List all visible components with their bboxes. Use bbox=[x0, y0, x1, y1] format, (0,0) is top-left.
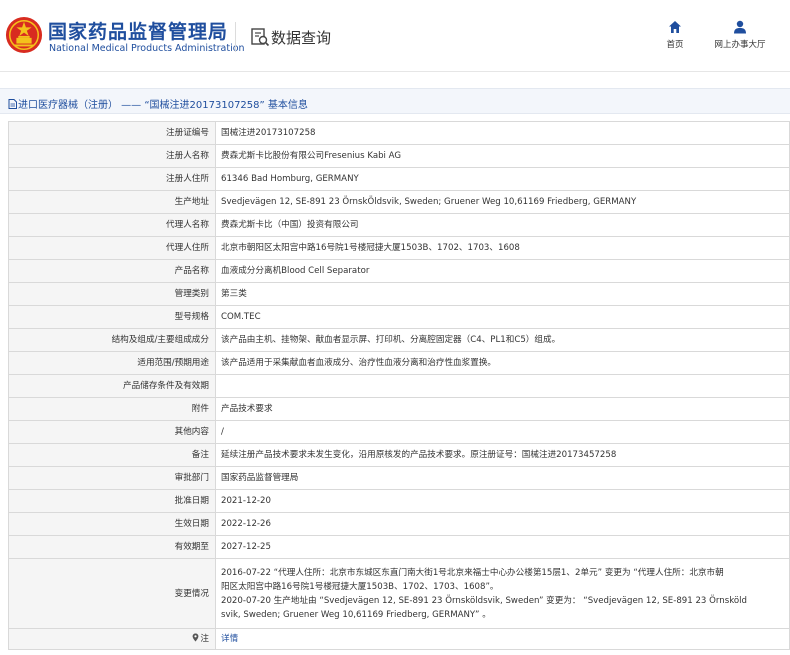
row-value: 该产品适用于采集献血者血液成分、治疗性血液分离和治疗性血浆置换。 bbox=[215, 351, 790, 375]
table-row: 产品储存条件及有效期 bbox=[8, 374, 790, 398]
row-value bbox=[215, 374, 790, 398]
row-label: 备注 bbox=[8, 443, 216, 467]
row-value: / bbox=[215, 420, 790, 444]
table-row: 备注 延续注册产品技术要求未发生变化，沿用原核发的产品技术要求。原注册证号：国械注… bbox=[8, 443, 790, 467]
nav-online-service-hall[interactable]: 网上办事大厅 bbox=[705, 20, 775, 50]
row-label: 产品名称 bbox=[8, 259, 216, 283]
row-value: 2021-12-20 bbox=[215, 489, 790, 513]
site-header: 国家药品监督管理局 National Medical Products Admi… bbox=[0, 0, 790, 72]
row-label: 生产地址 bbox=[8, 190, 216, 214]
row-value: 血液成分分离机Blood Cell Separator bbox=[215, 259, 790, 283]
row-value: 北京市朝阳区太阳宫中路16号院1号楼冠捷大厦1503B、1702、1703、16… bbox=[215, 236, 790, 260]
row-value: 2022-12-26 bbox=[215, 512, 790, 536]
row-value: 国械注进20173107258 bbox=[215, 121, 790, 145]
row-label: 管理类别 bbox=[8, 282, 216, 306]
table-row: 其他内容 / bbox=[8, 420, 790, 444]
row-value: 费森尤斯卡比（中国）投资有限公司 bbox=[215, 213, 790, 237]
row-value: 产品技术要求 bbox=[215, 397, 790, 421]
table-row: 附件 产品技术要求 bbox=[8, 397, 790, 421]
home-icon bbox=[669, 21, 681, 33]
row-label: 批准日期 bbox=[8, 489, 216, 513]
details-link[interactable]: 详情 bbox=[221, 634, 238, 644]
data-query-title: 数据查询 bbox=[271, 29, 332, 47]
table-row: 批准日期 2021-12-20 bbox=[8, 489, 790, 513]
breadcrumb-bar: 进口医疗器械（注册） —— “国械注进20173107258” 基本信息 bbox=[0, 88, 790, 114]
table-row: 代理人住所 北京市朝阳区太阳宫中路16号院1号楼冠捷大厦1503B、1702、17… bbox=[8, 236, 790, 260]
table-row: 审批部门 国家药品监督管理局 bbox=[8, 466, 790, 490]
location-pin-icon bbox=[192, 633, 199, 642]
row-label: 型号规格 bbox=[8, 305, 216, 329]
table-row: 产品名称 血液成分分离机Blood Cell Separator bbox=[8, 259, 790, 283]
change-line: 阳区太阳宫中路16号院1号楼冠捷大厦1503B、1702、1703、1608”。 bbox=[221, 581, 499, 592]
row-label: 其他内容 bbox=[8, 420, 216, 444]
table-row: 注册人住所 61346 Bad Homburg, GERMANY bbox=[8, 167, 790, 191]
note-value: 详情 bbox=[215, 628, 790, 650]
row-value: 61346 Bad Homburg, GERMANY bbox=[215, 167, 790, 191]
row-value: 国家药品监督管理局 bbox=[215, 466, 790, 490]
table-row: 注册人名称 费森尤斯卡比股份有限公司Fresenius Kabi AG bbox=[8, 144, 790, 168]
note-label: 注 bbox=[200, 634, 209, 644]
row-label: 注册人名称 bbox=[8, 144, 216, 168]
row-label: 附件 bbox=[8, 397, 216, 421]
change-line: 2020-07-20 生产地址由 “Svedjevägen 12, SE-891… bbox=[221, 595, 747, 606]
brand-subtitle: National Medical Products Administration bbox=[49, 43, 245, 54]
table-row: 适用范围/预期用途 该产品适用于采集献血者血液成分、治疗性血液分离和治疗性血浆置换… bbox=[8, 351, 790, 375]
row-label: 有效期至 bbox=[8, 535, 216, 559]
document-icon bbox=[8, 99, 17, 109]
row-label: 适用范围/预期用途 bbox=[8, 351, 216, 375]
nav-online-service-hall-label: 网上办事大厅 bbox=[714, 40, 766, 50]
table-row: 有效期至 2027-12-25 bbox=[8, 535, 790, 559]
row-label: 产品储存条件及有效期 bbox=[8, 374, 216, 398]
registration-info-table: 注册证编号 国械注进20173107258 注册人名称 费森尤斯卡比股份有限公司Fre… bbox=[8, 121, 790, 650]
brand-title: 国家药品监督管理局 bbox=[48, 21, 229, 43]
nav-home-label: 首页 bbox=[666, 40, 684, 50]
table-row: 管理类别 第三类 bbox=[8, 282, 790, 306]
row-value: 延续注册产品技术要求未发生变化，沿用原核发的产品技术要求。原注册证号：国械注进2… bbox=[215, 443, 790, 467]
row-value: COM.TEC bbox=[215, 305, 790, 329]
header-divider bbox=[235, 22, 236, 52]
row-label: 审批部门 bbox=[8, 466, 216, 490]
table-row: 生产地址 Svedjevägen 12, SE-891 23 ÖrnskÖldsv… bbox=[8, 190, 790, 214]
row-value: Svedjevägen 12, SE-891 23 ÖrnskÖldsvik, … bbox=[215, 190, 790, 214]
change-line: svik, Sweden; Gruener Weg 10,61169 Fried… bbox=[221, 609, 491, 620]
row-label: 注 bbox=[8, 628, 216, 650]
changes-value: 2016-07-22 “代理人住所：北京市东城区东直门南大街1号北京来福士中心办… bbox=[215, 558, 790, 629]
row-label: 生效日期 bbox=[8, 512, 216, 536]
national-emblem-icon bbox=[5, 16, 43, 54]
row-value: 该产品由主机、挂物架、献血者显示屏、打印机、分离腔固定器（C4、PL1和C5）组… bbox=[215, 328, 790, 352]
row-label: 结构及组成/主要组成成分 bbox=[8, 328, 216, 352]
breadcrumb-text: 进口医疗器械（注册） —— “国械注进20173107258” 基本信息 bbox=[18, 100, 308, 111]
table-row: 代理人名称 费森尤斯卡比（中国）投资有限公司 bbox=[8, 213, 790, 237]
row-label: 代理人名称 bbox=[8, 213, 216, 237]
table-row: 结构及组成/主要组成成分 该产品由主机、挂物架、献血者显示屏、打印机、分离腔固定器… bbox=[8, 328, 790, 352]
row-label: 注册证编号 bbox=[8, 121, 216, 145]
user-icon bbox=[734, 20, 746, 34]
row-value: 第三类 bbox=[215, 282, 790, 306]
row-value: 2027-12-25 bbox=[215, 535, 790, 559]
breadcrumb: 进口医疗器械（注册） —— “国械注进20173107258” 基本信息 bbox=[8, 96, 308, 111]
table-row: 生效日期 2022-12-26 bbox=[8, 512, 790, 536]
row-label: 注册人住所 bbox=[8, 167, 216, 191]
data-query-icon bbox=[251, 28, 270, 47]
table-row: 注册证编号 国械注进20173107258 bbox=[8, 121, 790, 145]
table-row-changes: 变更情况 2016-07-22 “代理人住所：北京市东城区东直门南大街1号北京来… bbox=[8, 558, 790, 629]
row-label: 代理人住所 bbox=[8, 236, 216, 260]
table-row: 型号规格 COM.TEC bbox=[8, 305, 790, 329]
table-row-note: 注 详情 bbox=[8, 628, 790, 650]
nav-home[interactable]: 首页 bbox=[660, 20, 690, 50]
row-value: 费森尤斯卡比股份有限公司Fresenius Kabi AG bbox=[215, 144, 790, 168]
row-label: 变更情况 bbox=[8, 558, 216, 629]
change-line: 2016-07-22 “代理人住所：北京市东城区东直门南大街1号北京来福士中心办… bbox=[221, 567, 724, 578]
